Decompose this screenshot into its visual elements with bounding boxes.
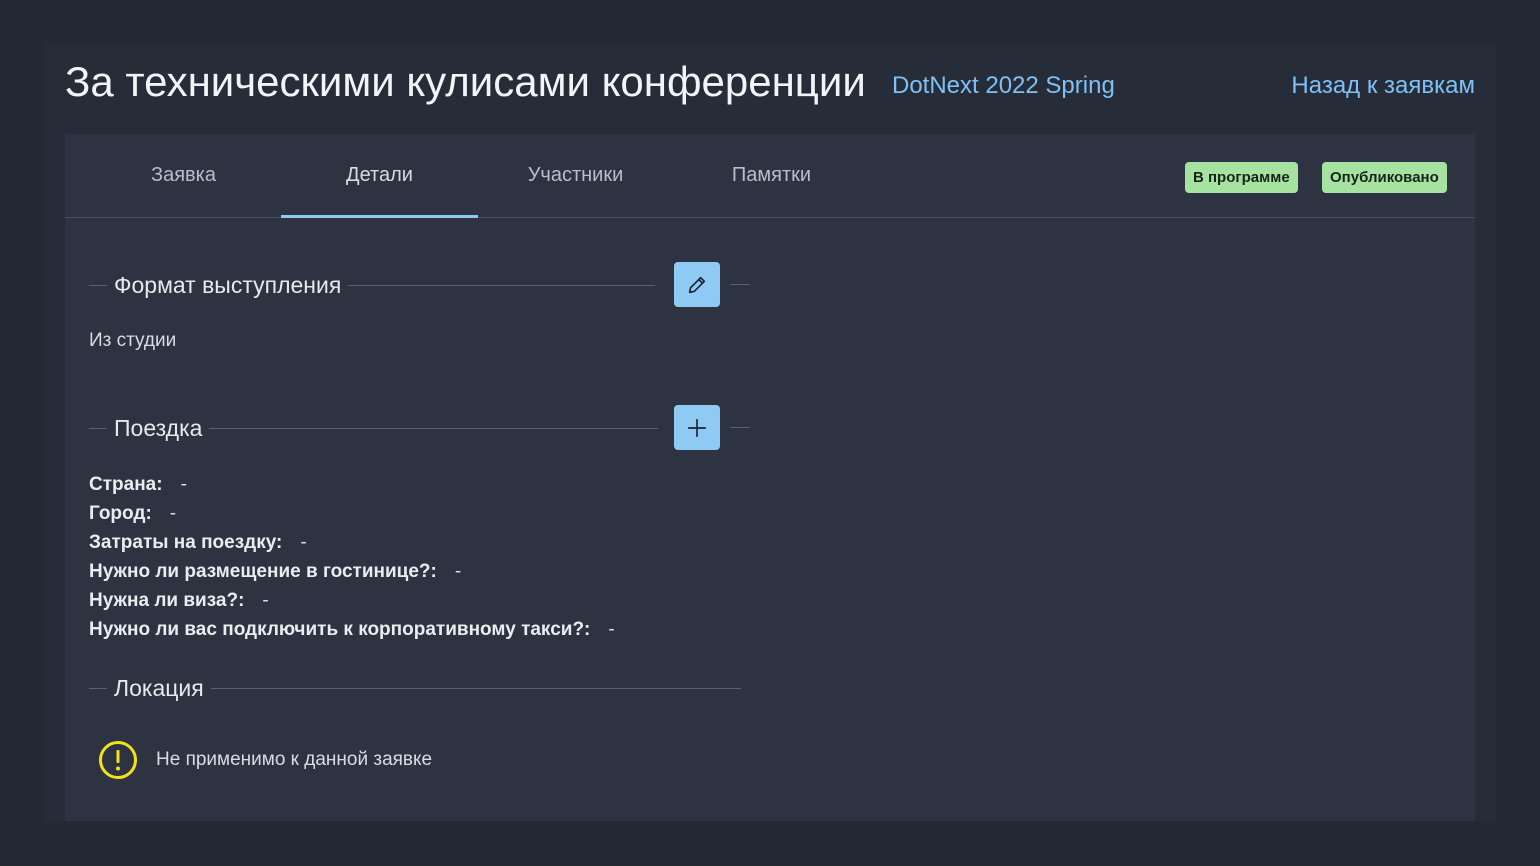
edit-format-button[interactable] — [674, 262, 720, 307]
status-badge-in-program: В программе — [1185, 162, 1298, 193]
trip-field-costs: Затраты на поездку: - — [89, 532, 307, 553]
plus-icon — [687, 418, 707, 437]
section-title-format: Формат выступления — [89, 270, 656, 300]
tab-details[interactable]: Детали — [281, 134, 478, 218]
status-badge-published: Опубликовано — [1322, 162, 1447, 193]
pencil-icon — [688, 276, 706, 293]
trip-field-country: Страна: - — [89, 474, 187, 495]
tab-participants[interactable]: Участники — [477, 134, 674, 217]
trip-field-hotel: Нужно ли размещение в гостинице?: - — [89, 561, 462, 582]
section-title-location: Локация — [89, 673, 741, 703]
section-title-text: Формат выступления — [114, 271, 342, 298]
tab-reminders[interactable]: Памятки — [673, 134, 870, 217]
warning-circle-icon — [99, 741, 137, 779]
location-notice: Не применимо к данной заявке — [98, 739, 432, 781]
section-title-text: Поездка — [114, 414, 203, 441]
tab-bar: Заявка Детали Участники Памятки В програ… — [65, 134, 1475, 218]
location-notice-text: Не применимо к данной заявке — [156, 749, 433, 770]
section-title-trip: Поездка — [89, 413, 659, 443]
trip-field-city: Город: - — [89, 503, 177, 524]
section-title-text: Локация — [114, 674, 204, 701]
add-trip-button[interactable] — [674, 405, 720, 450]
trip-field-taxi: Нужно ли вас подключить к корпоративному… — [89, 619, 615, 640]
tab-application[interactable]: Заявка — [85, 134, 282, 217]
details-panel: Заявка Детали Участники Памятки В програ… — [65, 134, 1475, 821]
page-title: За техническими кулисами конференции — [65, 58, 866, 105]
back-to-applications-link[interactable]: Назад к заявкам — [1291, 72, 1475, 100]
trip-field-visa: Нужна ли виза?: - — [89, 590, 269, 611]
format-value: Из студии — [89, 330, 177, 351]
conference-name[interactable]: DotNext 2022 Spring — [892, 72, 1115, 100]
page-header: За техническими кулисами конференции Dot… — [65, 56, 1475, 116]
